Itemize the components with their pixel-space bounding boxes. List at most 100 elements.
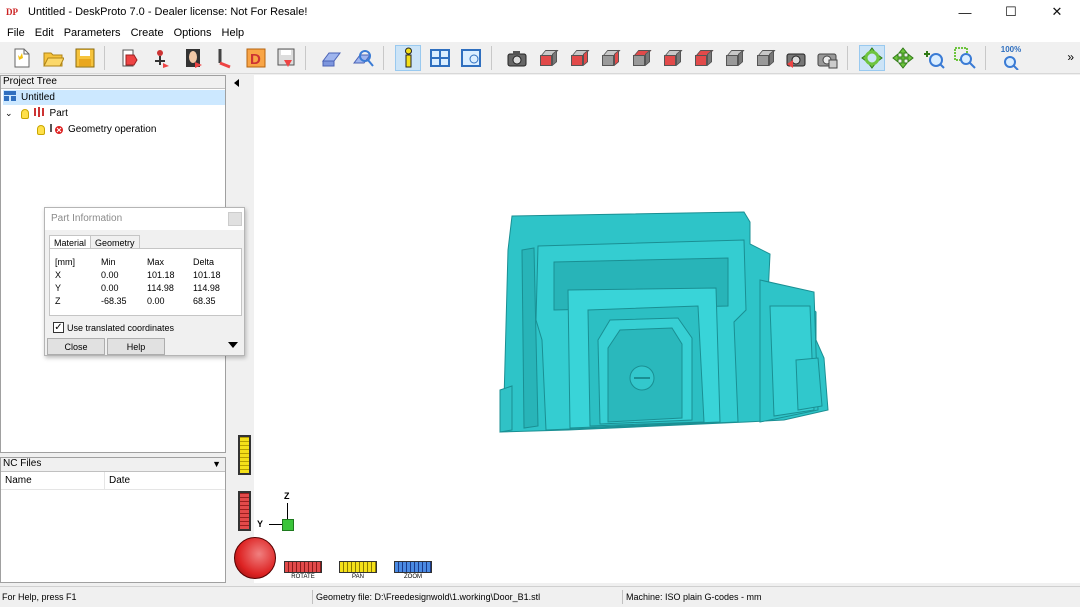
view-iso-icon[interactable] bbox=[721, 45, 747, 71]
maximize-button[interactable]: ☐ bbox=[988, 0, 1034, 24]
table-cell: X bbox=[55, 269, 62, 280]
expand-arrow-icon[interactable] bbox=[228, 342, 238, 348]
table-cell: 101.18 bbox=[147, 269, 175, 280]
material-tab-panel: [mm] Min Max Delta X 0.00 101.18 101.18 … bbox=[49, 248, 242, 316]
table-cell: -68.35 bbox=[101, 295, 127, 306]
lightbulb-icon[interactable] bbox=[37, 124, 45, 135]
tree-item-geometry-operation[interactable]: Geometry operation bbox=[37, 122, 156, 137]
table-cell: 0.00 bbox=[147, 295, 165, 306]
table-cell: Y bbox=[55, 282, 62, 293]
tree-item-project[interactable]: Untitled bbox=[3, 90, 225, 105]
menu-help[interactable]: Help bbox=[217, 27, 250, 39]
help-button[interactable]: Help bbox=[107, 338, 165, 355]
create-operation-icon[interactable]: D bbox=[243, 45, 269, 71]
menu-options[interactable]: Options bbox=[169, 27, 217, 39]
table-cell: 114.98 bbox=[147, 282, 174, 293]
snapshot-icon[interactable] bbox=[783, 45, 809, 71]
zoom-window-icon[interactable] bbox=[952, 45, 978, 71]
tab-material[interactable]: Material bbox=[49, 235, 92, 249]
pan-control[interactable] bbox=[339, 561, 377, 573]
nc-files-columns: Name Date bbox=[1, 471, 225, 490]
menu-file[interactable]: File bbox=[2, 27, 30, 39]
close-window-button[interactable]: ✕ bbox=[1034, 0, 1080, 24]
red-slider[interactable] bbox=[238, 491, 251, 531]
tree-item-label: Untitled bbox=[21, 92, 55, 103]
status-machine: Machine: ISO plain G-codes - mm bbox=[626, 592, 762, 602]
status-geometry-file: Geometry file: D:\Freedesignwold\1.worki… bbox=[316, 592, 541, 602]
view-back-icon[interactable] bbox=[566, 45, 592, 71]
close-button[interactable]: Close bbox=[47, 338, 105, 355]
import-geometry-icon[interactable] bbox=[117, 45, 143, 71]
camera-icon[interactable] bbox=[504, 45, 530, 71]
dialog-title: Part Information bbox=[45, 208, 244, 230]
print-screen-icon[interactable] bbox=[814, 45, 840, 71]
menu-bar: File Edit Parameters Create Options Help bbox=[0, 24, 1080, 42]
table-row: Y 0.00 114.98 114.98 bbox=[55, 281, 239, 294]
column-header-date[interactable]: Date bbox=[105, 472, 223, 490]
toolbar-overflow-icon[interactable]: » bbox=[1067, 50, 1074, 64]
chevron-down-icon[interactable]: ⌄ bbox=[5, 108, 13, 119]
project-tree-header: Project Tree bbox=[1, 76, 225, 89]
collapse-arrow-icon[interactable] bbox=[234, 79, 239, 87]
table-cell: 101.18 bbox=[193, 269, 221, 280]
title-bar: DP Untitled - DeskProto 7.0 - Dealer lic… bbox=[0, 0, 1080, 24]
lightbulb-icon[interactable] bbox=[20, 108, 29, 119]
3d-viewport[interactable]: Z Y ROTATE PAN ZOOM bbox=[230, 75, 1080, 583]
dropdown-arrow-icon[interactable]: ▼ bbox=[212, 458, 221, 471]
rotate-mode-icon[interactable] bbox=[859, 45, 885, 71]
view-iso-alt-icon[interactable] bbox=[752, 45, 778, 71]
app-icon: DP bbox=[6, 7, 18, 17]
save-nc-icon[interactable] bbox=[273, 45, 299, 71]
layout-view-icon[interactable] bbox=[427, 45, 453, 71]
import-bitmap-icon[interactable] bbox=[181, 45, 207, 71]
view-bottom-icon[interactable] bbox=[690, 45, 716, 71]
part-icon bbox=[33, 106, 45, 121]
nc-files-header[interactable]: NC Files ▼ bbox=[1, 458, 225, 472]
table-cell: 68.35 bbox=[193, 295, 216, 306]
tab-geometry[interactable]: Geometry bbox=[90, 235, 140, 249]
view-left-icon[interactable] bbox=[597, 45, 623, 71]
screen-view-icon[interactable] bbox=[458, 45, 484, 71]
header-cell: Min bbox=[101, 256, 116, 267]
axis-y-label: Y bbox=[257, 519, 264, 529]
new-file-icon[interactable] bbox=[8, 45, 34, 71]
header-cell: Max bbox=[147, 256, 165, 267]
view-front-icon[interactable] bbox=[535, 45, 561, 71]
pan-mode-icon[interactable] bbox=[890, 45, 916, 71]
yellow-slider[interactable] bbox=[238, 435, 251, 475]
header-cell: Delta bbox=[193, 256, 215, 267]
pan-label: PAN bbox=[352, 574, 364, 580]
import-vector-icon[interactable] bbox=[149, 45, 175, 71]
view-top-icon[interactable] bbox=[659, 45, 685, 71]
column-header-name[interactable]: Name bbox=[1, 471, 105, 490]
create-part-icon[interactable] bbox=[212, 45, 238, 71]
table-cell: 0.00 bbox=[101, 282, 119, 293]
open-folder-icon[interactable] bbox=[40, 45, 66, 71]
zoom-in-icon[interactable] bbox=[921, 45, 947, 71]
menu-create[interactable]: Create bbox=[126, 27, 169, 39]
tree-item-part[interactable]: ⌄ Part bbox=[5, 106, 68, 121]
status-bar: For Help, press F1 Geometry file: D:\Fre… bbox=[0, 586, 1080, 607]
nc-files-panel: NC Files ▼ Name Date bbox=[0, 457, 226, 583]
translated-coordinates-checkbox[interactable]: ✓ bbox=[53, 322, 64, 333]
operation-error-icon bbox=[49, 122, 63, 137]
table-cell: 114.98 bbox=[193, 282, 220, 293]
part-info-icon[interactable] bbox=[395, 45, 421, 71]
menu-edit[interactable]: Edit bbox=[30, 27, 59, 39]
view-right-icon[interactable] bbox=[628, 45, 654, 71]
dialog-close-icon[interactable] bbox=[228, 212, 242, 226]
zoom-label: ZOOM bbox=[404, 574, 422, 580]
deskproto-window: DP Untitled - DeskProto 7.0 - Dealer lic… bbox=[0, 0, 1080, 607]
rotate-control[interactable] bbox=[284, 561, 322, 573]
zoom-100-icon[interactable]: 100% bbox=[998, 45, 1024, 71]
table-header-row: [mm] Min Max Delta bbox=[55, 255, 239, 268]
rotate-dial[interactable] bbox=[234, 537, 276, 579]
part-search-icon[interactable] bbox=[350, 45, 376, 71]
menu-parameters[interactable]: Parameters bbox=[59, 27, 126, 39]
part-model[interactable] bbox=[498, 210, 834, 435]
minimize-button[interactable]: — bbox=[942, 0, 988, 24]
flip-part-icon[interactable] bbox=[318, 45, 344, 71]
zoom-control[interactable] bbox=[394, 561, 432, 573]
save-icon[interactable] bbox=[72, 45, 98, 71]
translated-coordinates-option[interactable]: ✓ Use translated coordinates bbox=[53, 322, 174, 333]
